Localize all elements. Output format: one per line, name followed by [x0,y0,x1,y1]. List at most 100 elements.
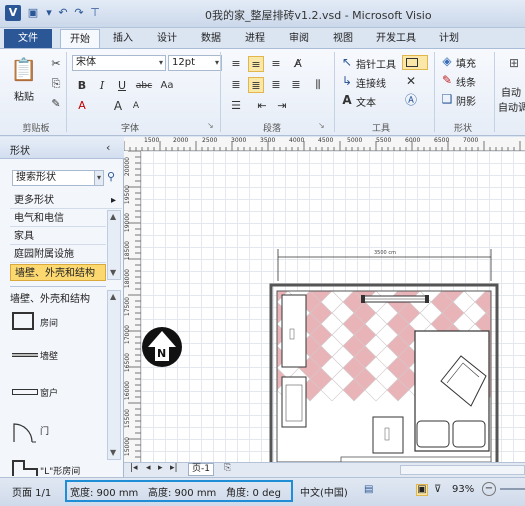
auto-space-label[interactable]: 自动调 [498,99,525,114]
shape-wall[interactable]: 墙壁 [10,345,100,375]
connector-icon[interactable]: ↳ [340,74,354,88]
scroll-up-icon[interactable]: ▲ [110,212,116,221]
stencil-furniture[interactable]: 家具 [10,228,106,245]
fit-page-icon[interactable]: ⊽ [434,484,441,495]
decrease-indent-icon[interactable]: ⇤ [254,98,270,114]
auto-align-icon[interactable]: ⊞ [506,56,522,70]
floor-plan[interactable]: 3500 cm N [141,151,525,462]
increase-indent-icon[interactable]: ⇥ [274,98,290,114]
tab-plan[interactable]: 计划 [432,29,466,48]
cabinet-shape[interactable] [281,294,307,368]
cut-icon[interactable]: ✂ [48,56,64,72]
page-count[interactable]: 页面 1/1 [12,484,51,499]
search-icon[interactable]: ⚲ [107,170,115,183]
cabinet-shape[interactable] [281,376,307,428]
collapse-panel-icon[interactable]: ‹ [106,141,110,154]
zoom-level[interactable]: 93% [452,484,474,495]
shadow-icon[interactable]: ❑ [440,92,454,106]
last-page-icon[interactable]: ▸| [170,463,178,473]
tab-developer[interactable]: 开发工具 [370,29,422,48]
paste-icon[interactable]: 📋 [10,58,37,84]
text-direction-icon[interactable]: A̸ [290,56,306,72]
align-top-icon[interactable]: ≡ [228,56,244,72]
shadow-label[interactable]: 阴影 [456,93,476,108]
bed-shape[interactable] [414,330,490,452]
text-tool-icon[interactable]: A [340,93,354,107]
tab-home[interactable]: 开始 [60,29,100,48]
font-size-select[interactable]: 12pt ▾ [168,55,222,71]
align-right-icon[interactable]: ≣ [268,77,284,93]
close-x-icon[interactable]: ✕ [404,74,418,88]
line-icon[interactable]: ✎ [440,73,454,87]
drawing-canvas[interactable]: 3500 cm N [141,151,525,462]
italic-button[interactable]: I [94,78,110,94]
fill-icon[interactable]: ◈ [440,54,454,68]
scroll-up-icon[interactable]: ▲ [110,292,116,301]
underline-button[interactable]: U [114,78,130,94]
tab-file[interactable]: 文件 [4,29,52,48]
page-tab-1[interactable]: 页-1 [188,463,214,476]
language-indicator[interactable]: 中文(中国) [300,484,348,499]
pointer-tool-label[interactable]: 指针工具 [356,56,396,71]
copy-icon[interactable]: ⎘ [48,76,64,92]
scroll-down-icon[interactable]: ▼ [110,268,116,277]
nightstand-shape[interactable] [372,416,404,454]
pointer-tool-icon[interactable]: ↖ [340,55,354,69]
align-left-icon[interactable]: ≣ [228,77,244,93]
align-bottom-icon[interactable]: ≡ [268,56,284,72]
justify-icon[interactable]: ≣ [288,77,304,93]
scroll-down-icon[interactable]: ▼ [110,448,116,457]
dialog-launcher-icon[interactable]: ↘ [207,121,214,130]
customize-toolbar-icon[interactable]: ⊤ [88,6,102,20]
stencil-walls[interactable]: 墙壁、外壳和结构 [10,264,106,281]
fill-label[interactable]: 填充 [456,55,476,70]
horizontal-scrollbar[interactable] [400,465,525,475]
tab-design[interactable]: 设计 [150,29,184,48]
align-middle-icon[interactable]: ≡ [248,56,264,72]
more-shapes-item[interactable]: 更多形状 ▸ [10,192,122,209]
tab-process[interactable]: 进程 [238,29,272,48]
dialog-launcher-icon[interactable]: ↘ [318,121,325,130]
text-block-icon[interactable]: Ⓐ [404,93,418,107]
shape-room[interactable]: 房间 [10,310,100,340]
zoom-out-icon[interactable]: − [482,482,496,496]
vertical-text-icon[interactable]: ⫼ [310,77,326,93]
search-shapes-input[interactable]: 搜索形状 ▾ [12,170,104,186]
grow-font-button[interactable]: A [110,98,126,114]
macro-icon[interactable]: ▤ [364,484,373,495]
prev-page-icon[interactable]: ◂ [146,463,151,473]
next-page-icon[interactable]: ▸ [158,463,163,473]
format-painter-icon[interactable]: ✎ [48,96,64,112]
rectangle-tool-button[interactable] [402,55,428,70]
undo-icon[interactable]: ↶ [56,6,70,20]
line-label[interactable]: 线条 [456,74,476,89]
shapes-list-scrollbar[interactable] [107,290,121,460]
tab-insert[interactable]: 插入 [106,29,140,48]
full-screen-icon[interactable]: ▣ [416,484,428,496]
first-page-icon[interactable]: |◂ [130,463,138,473]
strikethrough-button[interactable]: abc [134,78,154,94]
stencil-garden[interactable]: 庭园附属设施 [10,246,106,263]
save-icon[interactable]: ▣ [26,6,40,20]
auto-align-label[interactable]: 自动 [501,84,521,99]
tab-view[interactable]: 视图 [326,29,360,48]
redo-icon[interactable]: ↷ [72,6,86,20]
bullets-icon[interactable]: ☰ [228,98,244,114]
font-color-icon[interactable]: A [74,98,90,114]
insert-page-icon[interactable]: ⎘ [224,463,231,473]
zoom-slider[interactable] [500,488,525,490]
window-shape[interactable] [361,295,429,303]
dropdown-icon[interactable]: ▾ [42,6,56,20]
bold-button[interactable]: B [74,78,90,94]
tab-data[interactable]: 数据 [194,29,228,48]
paste-label[interactable]: 粘贴 [14,88,34,103]
font-name-select[interactable]: 宋体 ▾ [72,55,166,71]
text-tool-label[interactable]: 文本 [356,94,376,109]
shape-l-room[interactable]: "L"形房间 [10,458,105,476]
shape-window[interactable]: 窗户 [10,383,100,413]
shrink-font-button[interactable]: A [128,98,144,114]
visio-logo-icon[interactable]: V [5,5,21,21]
connector-label[interactable]: 连接线 [356,75,386,90]
align-center-icon[interactable]: ≣ [248,77,264,93]
tab-review[interactable]: 审阅 [282,29,316,48]
